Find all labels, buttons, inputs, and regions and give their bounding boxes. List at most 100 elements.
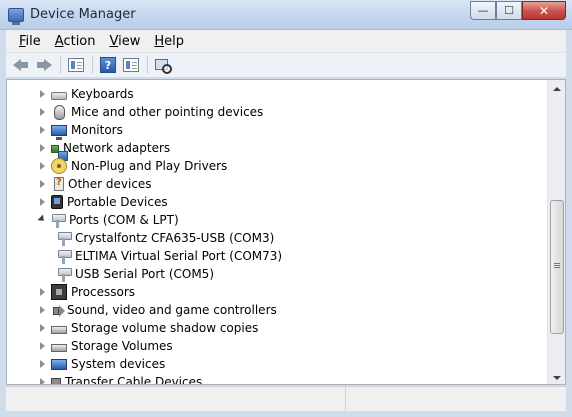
tree-item-label: Other devices	[68, 177, 152, 191]
menu-help[interactable]: Help	[147, 34, 191, 49]
minimize-button[interactable]: —	[470, 1, 496, 20]
forward-button[interactable]	[33, 55, 55, 75]
tree-item-label: Keyboards	[71, 87, 134, 101]
status-cell	[6, 387, 346, 411]
expand-arrow-icon[interactable]	[37, 107, 47, 117]
tree-item-system-devices[interactable]: System devices	[7, 355, 165, 373]
tree-item-label: Portable Devices	[67, 195, 168, 209]
tree-item-portable-devices[interactable]: Portable Devices	[7, 193, 168, 211]
menu-help-label: elp	[164, 33, 185, 49]
tree-item-monitors[interactable]: Monitors	[7, 121, 123, 140]
tree-item-keyboards[interactable]: Keyboards	[7, 85, 134, 103]
tree-item-other-devices[interactable]: Other devices	[7, 175, 152, 193]
port-icon	[57, 268, 72, 282]
back-button[interactable]	[10, 55, 32, 75]
tree-item-processors[interactable]: Processors	[7, 283, 135, 301]
tree-item-non-pnp-drivers[interactable]: Non-Plug and Play Drivers	[7, 157, 227, 175]
show-hide-button[interactable]	[120, 55, 142, 75]
scroll-up-arrow-icon[interactable]	[548, 80, 565, 97]
monitor-icon	[51, 124, 67, 140]
tree-item-label: Non-Plug and Play Drivers	[71, 159, 228, 173]
menu-action[interactable]: Action	[48, 34, 103, 49]
tree-item-label: Sound, video and game controllers	[67, 303, 277, 317]
help-button[interactable]: ?	[97, 55, 119, 75]
tree-item-sound-video[interactable]: Sound, video and game controllers	[7, 301, 277, 319]
tree-item-shadow-copies[interactable]: Storage volume shadow copies	[7, 319, 258, 337]
unknown-device-icon	[54, 177, 64, 191]
scan-hardware-button[interactable]	[152, 55, 174, 75]
menu-file[interactable]: File	[12, 34, 48, 49]
expand-arrow-icon[interactable]	[37, 377, 47, 384]
status-bar	[6, 386, 566, 411]
device-manager-icon	[8, 8, 24, 25]
tree-item-label: Storage volume shadow copies	[71, 321, 259, 335]
expand-arrow-icon[interactable]	[37, 161, 47, 171]
menu-view[interactable]: View	[103, 34, 148, 49]
keyboard-icon	[51, 92, 67, 100]
tree-item-port-crystalfontz[interactable]: Crystalfontz CFA635-USB (COM3)	[7, 229, 274, 247]
menu-view-label: iew	[118, 33, 141, 49]
expand-arrow-icon[interactable]	[37, 197, 47, 207]
window-controls: — ☐ ✕	[470, 1, 566, 21]
expand-arrow-icon[interactable]	[37, 359, 47, 369]
menu-file-label: ile	[25, 33, 41, 49]
menu-bar: File Action View Help	[6, 30, 566, 52]
expand-arrow-icon[interactable]	[37, 305, 47, 315]
storage-icon	[51, 326, 67, 334]
device-tree: Keyboards Mice and other pointing device…	[7, 80, 547, 384]
port-icon	[57, 232, 72, 246]
maximize-icon: ☐	[504, 4, 514, 17]
network-adapter-icon	[51, 145, 68, 161]
toolbar-separator	[92, 56, 93, 74]
tree-item-port-usb-serial[interactable]: USB Serial Port (COM5)	[7, 265, 214, 283]
tree-item-label: System devices	[71, 357, 166, 371]
vertical-scrollbar[interactable]	[547, 80, 565, 384]
show-hide-icon	[123, 58, 139, 72]
collapse-arrow-icon[interactable]	[37, 215, 47, 225]
expand-arrow-icon[interactable]	[37, 89, 47, 99]
expand-arrow-icon[interactable]	[37, 323, 47, 333]
expand-arrow-icon[interactable]	[37, 287, 47, 297]
tree-item-label: Mice and other pointing devices	[71, 105, 264, 119]
tree-item-label: ELTIMA Virtual Serial Port (COM73)	[75, 249, 283, 263]
tree-item-label: Processors	[71, 285, 136, 299]
cable-icon	[51, 378, 61, 384]
maximize-button[interactable]: ☐	[496, 1, 522, 20]
tree-item-label: Crystalfontz CFA635-USB (COM3)	[75, 231, 275, 245]
expand-arrow-icon[interactable]	[37, 341, 47, 351]
minimize-icon: —	[477, 4, 489, 17]
close-icon: ✕	[538, 3, 550, 18]
expand-arrow-icon[interactable]	[37, 179, 47, 189]
tree-item-network-adapters[interactable]: Network adapters	[7, 139, 170, 161]
tree-item-label: Monitors	[71, 123, 123, 137]
device-tree-pane: Keyboards Mice and other pointing device…	[6, 79, 566, 385]
mouse-icon	[54, 104, 65, 120]
menu-view-accel: V	[109, 33, 119, 49]
tree-item-mice[interactable]: Mice and other pointing devices	[7, 103, 263, 121]
tree-item-port-eltima[interactable]: ELTIMA Virtual Serial Port (COM73)	[7, 247, 282, 265]
status-cell	[346, 387, 566, 411]
driver-icon	[51, 158, 67, 174]
properties-icon	[68, 58, 84, 72]
tree-item-label: USB Serial Port (COM5)	[75, 267, 214, 281]
back-arrow-icon	[13, 59, 29, 71]
tree-item-ports[interactable]: Ports (COM & LPT)	[7, 211, 179, 229]
processor-icon	[51, 284, 67, 300]
tree-item-label: Storage Volumes	[71, 339, 173, 353]
menu-action-label: ction	[63, 33, 96, 49]
title-bar[interactable]: Device Manager — ☐ ✕	[0, 0, 572, 30]
toolbar: ?	[6, 52, 566, 78]
tree-item-storage-volumes[interactable]: Storage Volumes	[7, 337, 173, 355]
scroll-down-arrow-icon[interactable]	[548, 369, 565, 384]
properties-button[interactable]	[65, 55, 87, 75]
help-icon: ?	[100, 57, 116, 73]
toolbar-separator	[60, 56, 61, 74]
portable-device-icon	[51, 195, 63, 209]
expand-arrow-icon[interactable]	[37, 143, 47, 153]
tree-item-label: Ports (COM & LPT)	[69, 213, 179, 227]
expand-arrow-icon[interactable]	[37, 125, 47, 135]
close-button[interactable]: ✕	[522, 1, 566, 20]
scroll-thumb[interactable]	[550, 200, 564, 334]
window-title: Device Manager	[30, 7, 136, 22]
tree-item-transfer-cable[interactable]: Transfer Cable Devices	[7, 373, 202, 384]
